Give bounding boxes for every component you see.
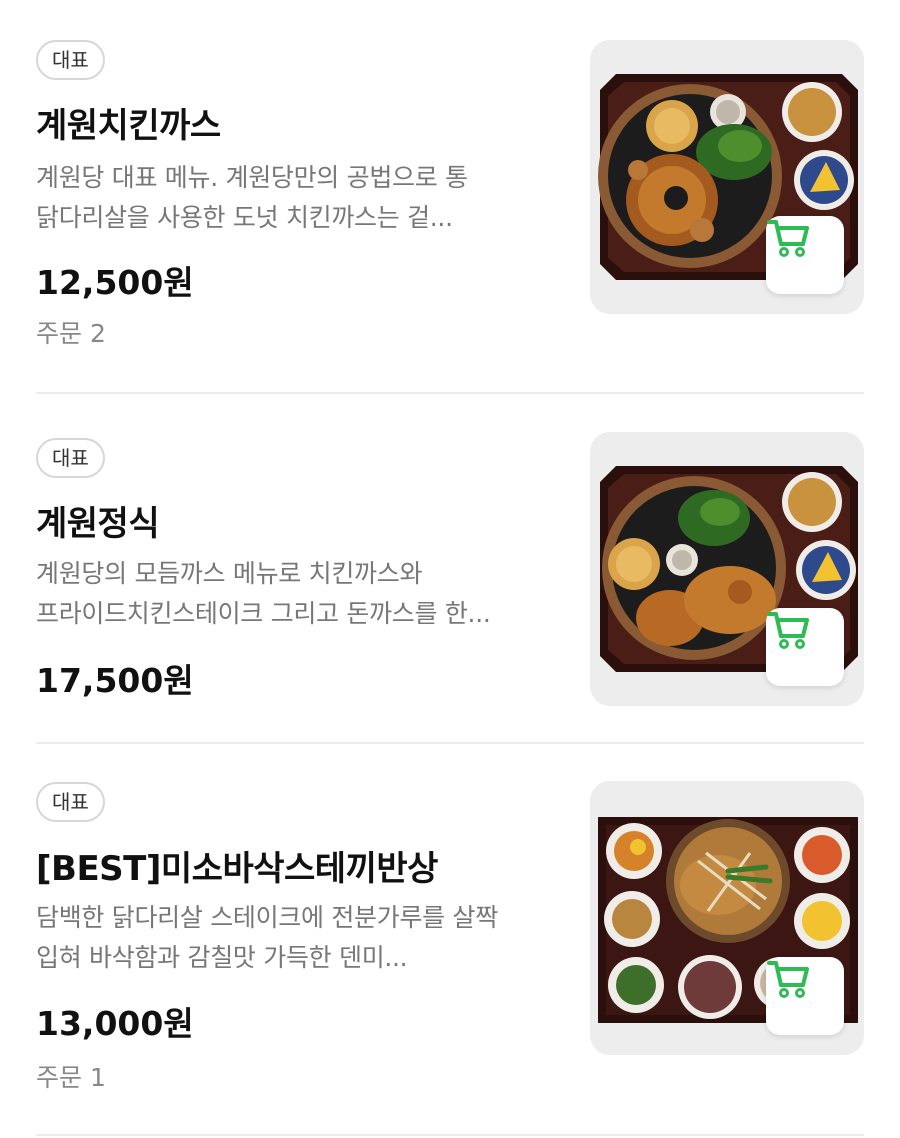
add-to-cart-button[interactable] xyxy=(766,216,844,294)
menu-item-title[interactable]: 계원정식 xyxy=(36,496,160,545)
menu-item-description: 계원당의 모듬까스 메뉴로 치킨까스와 프라이드치킨스테이크 그리고 돈까스를 … xyxy=(36,559,491,628)
menu-item-order-count: 주문 1 xyxy=(36,1063,106,1092)
menu-item-price: 13,000원 xyxy=(36,1004,194,1043)
menu-item-title[interactable]: [BEST]미소바삭스테끼반상 xyxy=(36,841,438,890)
shopping-cart-icon xyxy=(767,961,809,998)
menu-item-price: 17,500원 xyxy=(36,661,194,700)
add-to-cart-button[interactable] xyxy=(766,608,844,686)
menu-item-gyewon-chicken-katsu[interactable]: 대표 계원치킨까스 계원당 대표 메뉴. 계원당만의 공법으로 통 닭다리살을 … xyxy=(36,0,864,394)
menu-item-photo[interactable] xyxy=(590,40,864,314)
signature-badge: 대표 xyxy=(36,782,105,822)
menu-item-price: 12,500원 xyxy=(36,263,194,302)
shopping-cart-icon xyxy=(767,612,809,649)
menu-item-miso-crispy-steak-set[interactable]: 대표 [BEST]미소바삭스테끼반상 담백한 닭다리살 스테이크에 전분가루를 … xyxy=(36,744,864,1136)
menu-item-photo[interactable] xyxy=(590,781,864,1055)
menu-item-gyewon-set-meal[interactable]: 대표 계원정식 계원당의 모듬까스 메뉴로 치킨까스와 프라이드치킨스테이크 그… xyxy=(36,394,864,744)
menu-item-description: 계원당 대표 메뉴. 계원당만의 공법으로 통 닭다리살을 사용한 도넛 치킨까… xyxy=(36,163,468,232)
add-to-cart-button[interactable] xyxy=(766,957,844,1035)
menu-list: 대표 계원치킨까스 계원당 대표 메뉴. 계원당만의 공법으로 통 닭다리살을 … xyxy=(0,0,900,1138)
signature-badge: 대표 xyxy=(36,40,105,80)
menu-item-photo[interactable] xyxy=(590,432,864,706)
signature-badge: 대표 xyxy=(36,438,105,478)
menu-item-order-count: 주문 2 xyxy=(36,319,106,348)
menu-item-description: 담백한 닭다리살 스테이크에 전분가루를 살짝 입혀 바삭함과 감칠맛 가득한 … xyxy=(36,903,498,972)
menu-item-title[interactable]: 계원치킨까스 xyxy=(36,98,221,147)
shopping-cart-icon xyxy=(767,220,809,257)
